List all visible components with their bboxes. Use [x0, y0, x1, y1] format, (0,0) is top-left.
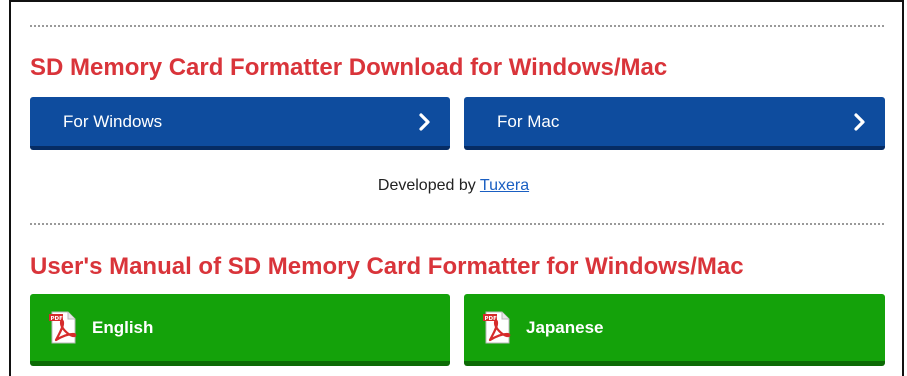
developer-credit: Developed by Tuxera — [0, 176, 907, 196]
pdf-icon: PDF — [483, 311, 511, 343]
developer-prefix: Developed by — [377, 177, 476, 194]
download-windows-label: For Windows — [63, 111, 163, 131]
download-mac-label: For Mac — [497, 111, 560, 131]
chevron-right-icon — [854, 112, 865, 131]
pdf-icon: PDF — [49, 311, 77, 343]
manual-english-button[interactable]: PDF English — [30, 294, 450, 366]
download-windows-button[interactable]: For Windows — [30, 97, 450, 150]
manual-heading: User's Manual of SD Memory Card Formatte… — [30, 253, 744, 280]
tuxera-link[interactable]: Tuxera — [480, 177, 529, 194]
dotted-divider — [30, 25, 884, 27]
download-mac-button[interactable]: For Mac — [464, 97, 885, 150]
manual-japanese-button[interactable]: PDF Japanese — [464, 294, 885, 366]
download-heading: SD Memory Card Formatter Download for Wi… — [30, 54, 668, 81]
manual-japanese-label: Japanese — [526, 317, 604, 337]
dotted-divider — [30, 223, 884, 225]
manual-english-label: English — [92, 317, 154, 337]
chevron-right-icon — [419, 112, 430, 131]
